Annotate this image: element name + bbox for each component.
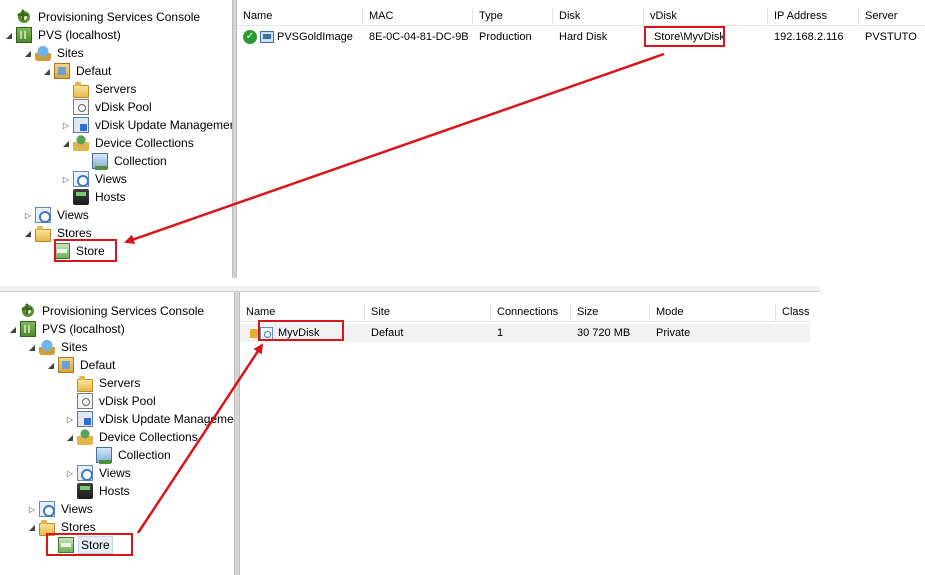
arrow-bottom	[136, 343, 264, 534]
arrow-top	[124, 52, 665, 245]
arrow-overlay	[124, 52, 665, 534]
